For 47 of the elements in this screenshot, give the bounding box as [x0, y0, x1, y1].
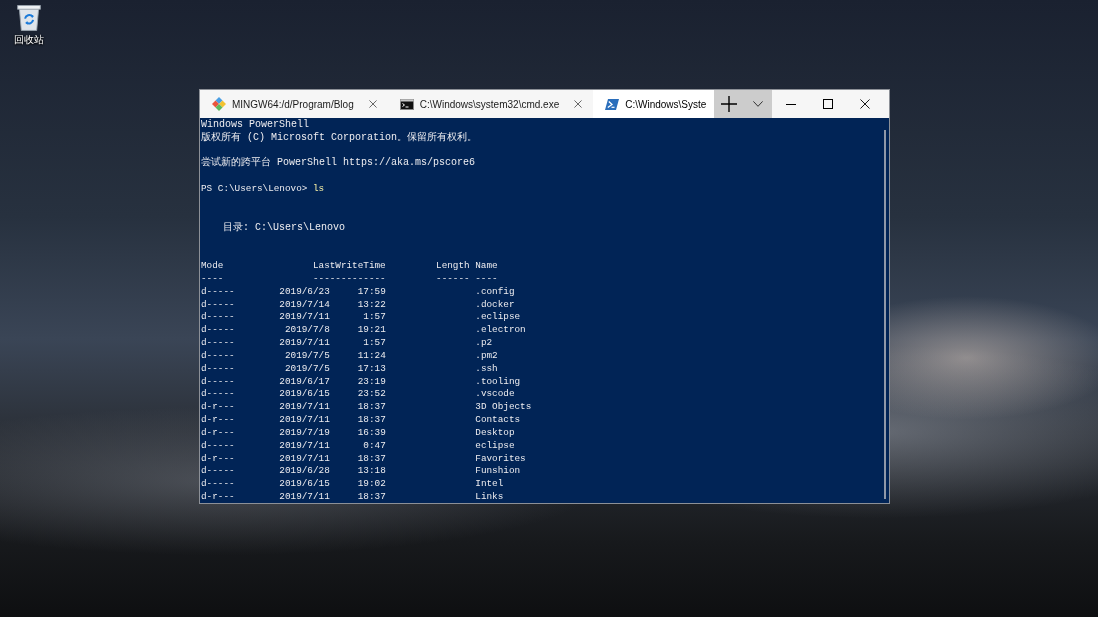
console-icon — [399, 98, 414, 110]
scrollbar-thumb[interactable] — [884, 130, 886, 499]
column-rule: ------------- — [312, 272, 386, 286]
desktop-icon-label[interactable]: 回收站 — [14, 34, 44, 46]
column-rule: ---- — [201, 272, 224, 286]
listing-row: d----- 2019/7/11 1:57 .p2 — [201, 337, 493, 350]
chevron-down-icon — [753, 101, 764, 107]
column-header: Mode — [201, 260, 224, 273]
listing-row: d----- 2019/6/15 23:52 .vscode — [201, 388, 515, 402]
listing-row: d----- 2019/7/11 1:57 .eclipse — [201, 311, 521, 325]
maximize-icon — [822, 99, 833, 109]
listing-row: d-r--- 2019/7/11 18:37 3D Objects — [201, 401, 532, 415]
tab[interactable]: C:\Windows\Syste — [593, 90, 715, 118]
diamond-icon — [212, 97, 226, 111]
column-rule: ------ — [436, 272, 470, 286]
listing-row: d----- 2019/7/11 0:47 eclipse — [201, 439, 515, 453]
listing-row: d-r--- 2019/7/11 18:37 Favorites — [201, 452, 526, 466]
column-rule: ---- — [475, 272, 498, 286]
listing-row: d----- 2019/6/15 19:02 Intel — [201, 478, 504, 491]
listing-row: d-r--- 2019/7/11 18:37 Links — [201, 491, 504, 503]
directory-heading: 目录: C:\Users\Lenovo — [223, 221, 346, 235]
banner-text: 尝试新的跨平台 PowerShell https://aka.ms/pscore6 — [201, 157, 476, 171]
listing-row: d----- 2019/7/14 13:22 .docker — [201, 298, 515, 312]
minimize-icon — [785, 103, 796, 105]
listing-row: d----- 2019/7/5 11:24 .pm2 — [201, 349, 498, 363]
new-tab-button[interactable] — [714, 90, 745, 118]
listing-row: d----- 2019/6/28 13:18 Funshion — [201, 465, 521, 479]
prompt-icon — [605, 98, 620, 110]
listing-row: d-r--- 2019/7/11 18:37 Contacts — [201, 414, 521, 427]
close-icon — [574, 100, 583, 108]
banner-text: 版权所有 (C) Microsoft Corporation。保留所有权利。 — [201, 131, 478, 145]
tab[interactable]: C:\Windows\system32\cmd.exe — [387, 90, 594, 118]
column-header: LastWriteTime — [312, 260, 386, 273]
close-icon — [859, 99, 870, 109]
column-header: Length — [436, 260, 470, 273]
banner-text: Windows PowerShell — [201, 119, 310, 132]
listing-row: d----- 2019/7/8 19:21 .electron — [201, 324, 526, 338]
column-header: Name — [475, 260, 498, 273]
listing-row: d----- 2019/6/23 17:59 .config — [201, 285, 515, 299]
listing-row: d-r--- 2019/7/19 16:39 Desktop — [201, 426, 515, 440]
plus-icon — [721, 96, 738, 112]
tab[interactable]: MINGW64:/d/Program/Blog — [200, 90, 388, 118]
listing-row: d----- 2019/7/5 17:13 .ssh — [201, 362, 498, 376]
recycle-bin-icon[interactable] — [16, 5, 42, 31]
listing-row: d----- 2019/6/17 23:19 .tooling — [201, 375, 521, 389]
close-icon — [368, 100, 377, 108]
prompt-line: PS C:\Users\Lenovo> ls — [201, 183, 325, 196]
